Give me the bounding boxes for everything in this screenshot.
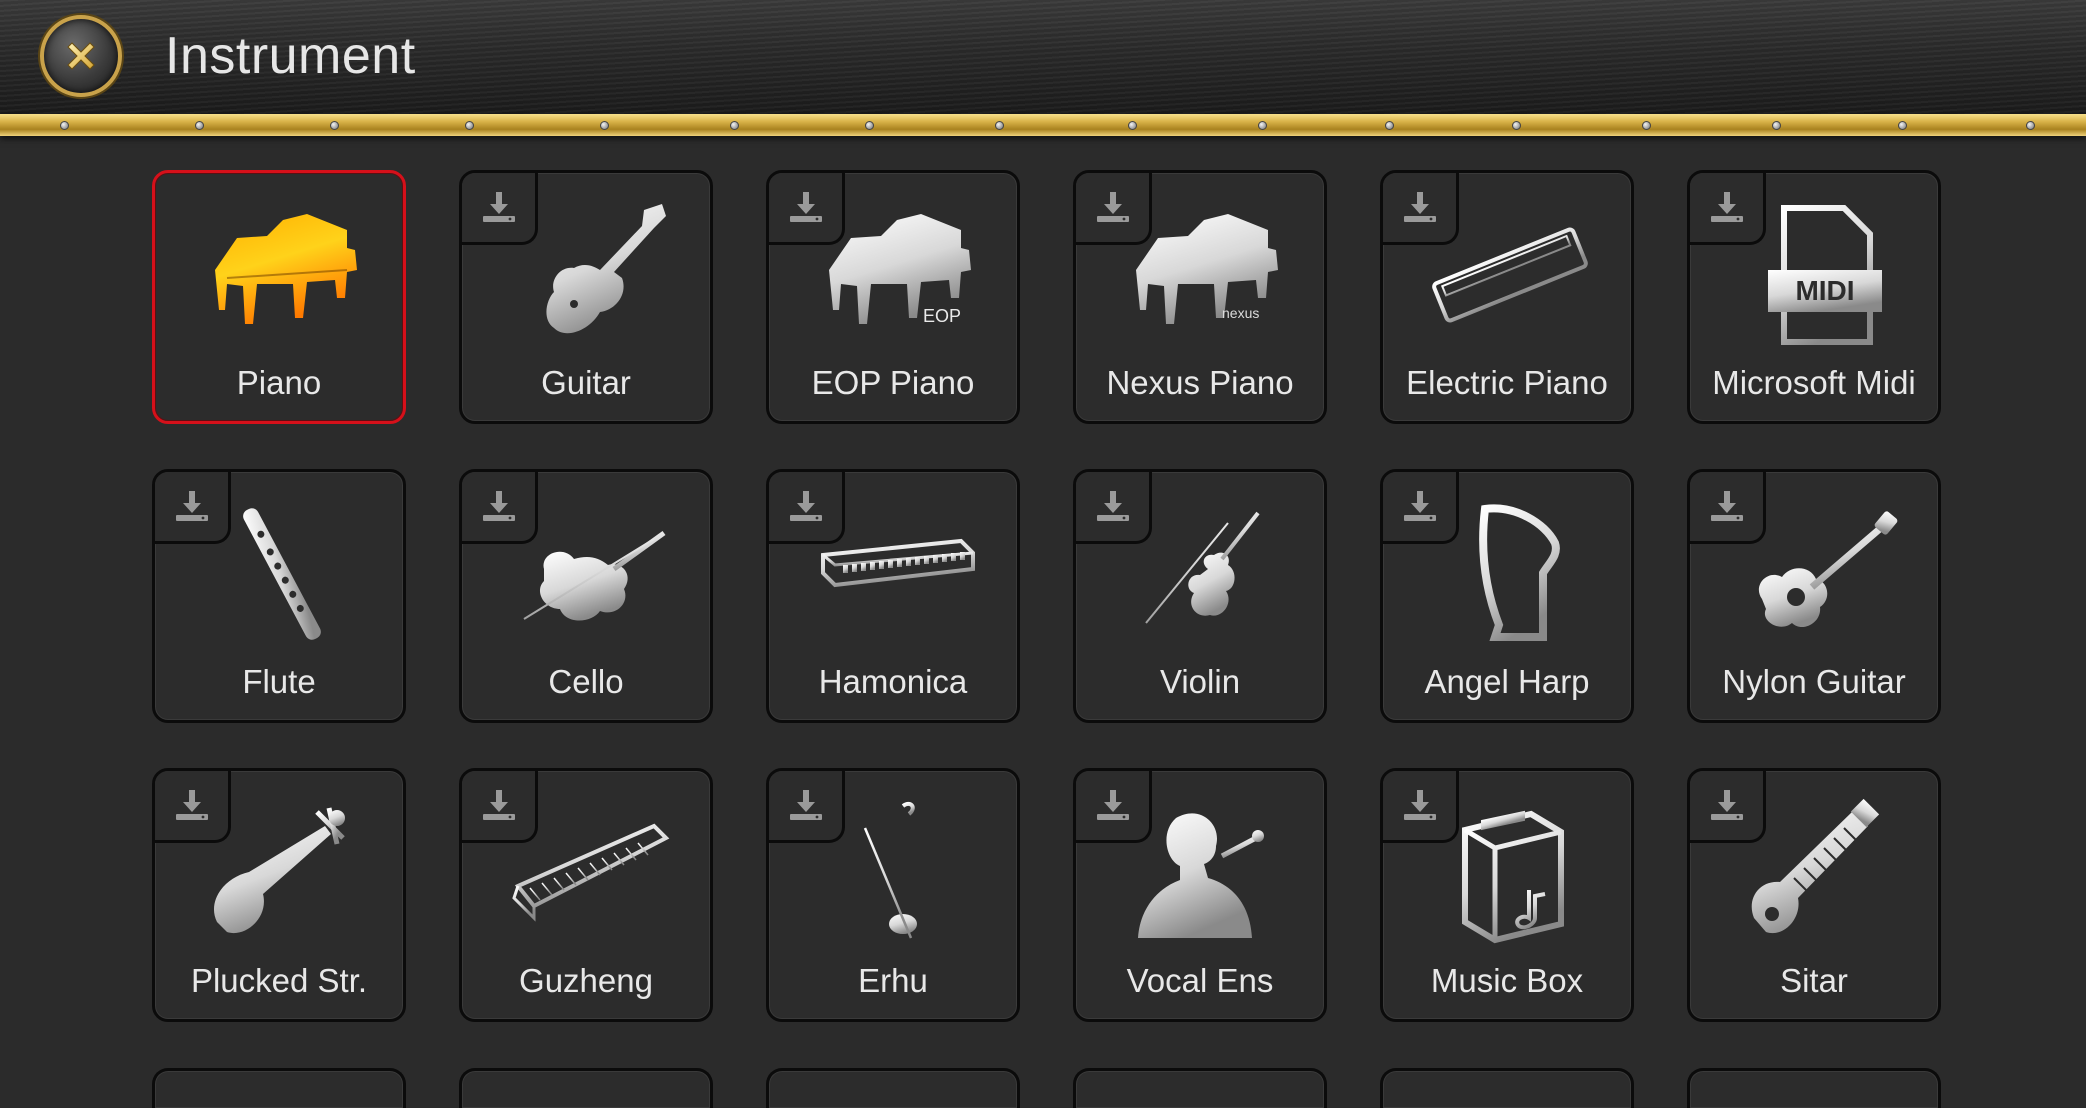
nexus-piano-icon: nexus (1076, 185, 1324, 365)
instrument-label: Electric Piano (1406, 364, 1608, 401)
cello-icon (462, 484, 710, 664)
singer-icon (1076, 783, 1324, 963)
rivet-decoration (1642, 121, 1651, 130)
instrument-grid-next-row (152, 1068, 1941, 1108)
violin-icon (1076, 484, 1324, 664)
instrument-label: Music Box (1430, 962, 1584, 999)
instrument-tile-music-box[interactable]: Music Box (1380, 768, 1634, 1022)
pipa-icon (155, 783, 403, 963)
instrument-tile-guzheng[interactable]: Guzheng (459, 768, 713, 1022)
instrument-label: Flute (242, 663, 316, 700)
rivet-decoration (1512, 121, 1521, 130)
rivet-decoration (60, 121, 69, 130)
instrument-label: Violin (1159, 663, 1241, 700)
rivet-decoration (1898, 121, 1907, 130)
rivet-decoration (1258, 121, 1267, 130)
instrument-tile-cello[interactable]: Cello (459, 469, 713, 723)
rivet-decoration (1772, 121, 1781, 130)
instrument-tile-flute[interactable]: Flute (152, 469, 406, 723)
harp-icon (1383, 484, 1631, 664)
rivet-decoration (1385, 121, 1394, 130)
instrument-tile-erhu[interactable]: Erhu (766, 768, 1020, 1022)
instrument-tile-vocal-ens[interactable]: Vocal Ens (1073, 768, 1327, 1022)
instrument-label: Nylon Guitar (1722, 663, 1906, 700)
harmonica-icon (769, 484, 1017, 664)
rivet-decoration (865, 121, 874, 130)
instrument-tile-guitar[interactable]: Guitar (459, 170, 713, 424)
instrument-tile-nylon-guitar[interactable]: Nylon Guitar (1687, 469, 1941, 723)
instrument-label: Nexus Piano (1106, 364, 1294, 401)
close-x-icon (67, 42, 95, 70)
instrument-tile-sitar[interactable]: Sitar (1687, 768, 1941, 1022)
erhu-icon (769, 783, 1017, 963)
rivet-decoration (330, 121, 339, 130)
flute-icon (155, 484, 403, 664)
instrument-tile-plucked-str[interactable]: Plucked Str. (152, 768, 406, 1022)
electric-guitar-icon (462, 185, 710, 365)
instrument-tile-angel-harp[interactable]: Angel Harp (1380, 469, 1634, 723)
instrument-label: Guzheng (519, 962, 653, 999)
midi-file-icon: MIDI (1690, 185, 1938, 365)
grand-piano-icon (155, 185, 403, 365)
instrument-label: Angel Harp (1424, 663, 1590, 700)
instrument-tile-partial[interactable] (766, 1068, 1020, 1108)
instrument-label: Hamonica (818, 663, 968, 700)
instrument-tile-partial[interactable] (459, 1068, 713, 1108)
instrument-label: Plucked Str. (190, 962, 368, 999)
svg-text:EOP: EOP (923, 306, 961, 326)
acoustic-guitar-icon (1690, 484, 1938, 664)
rivet-decoration (995, 121, 1004, 130)
gold-divider (0, 114, 2086, 136)
close-button[interactable] (40, 15, 122, 97)
instrument-tile-eop-piano[interactable]: EOP EOP Piano (766, 170, 1020, 424)
page-title: Instrument (165, 27, 416, 85)
sitar-icon (1690, 783, 1938, 963)
svg-text:MIDI: MIDI (1795, 275, 1854, 306)
music-box-icon (1383, 783, 1631, 963)
instrument-tile-microsoft-midi[interactable]: MIDI Microsoft Midi (1687, 170, 1941, 424)
eop-piano-icon: EOP (769, 185, 1017, 365)
instrument-label: Microsoft Midi (1712, 364, 1916, 401)
rivet-decoration (465, 121, 474, 130)
instrument-label: EOP Piano (811, 364, 975, 401)
instrument-label: Erhu (858, 962, 928, 999)
instrument-label: Guitar (541, 364, 631, 401)
instrument-tile-hamonica[interactable]: Hamonica (766, 469, 1020, 723)
rivet-decoration (730, 121, 739, 130)
instrument-label: Vocal Ens (1126, 962, 1274, 999)
app-header: Instrument (0, 0, 2086, 114)
rivet-decoration (600, 121, 609, 130)
instrument-tile-violin[interactable]: Violin (1073, 469, 1327, 723)
rivet-decoration (195, 121, 204, 130)
instrument-label: Piano (236, 364, 322, 401)
instrument-tile-partial[interactable] (1380, 1068, 1634, 1108)
instrument-label: Cello (548, 663, 624, 700)
keyboard-synth-icon (1383, 185, 1631, 365)
instrument-tile-nexus-piano[interactable]: nexus Nexus Piano (1073, 170, 1327, 424)
instrument-tile-partial[interactable] (152, 1068, 406, 1108)
rivet-decoration (2026, 121, 2035, 130)
instrument-grid: Piano Guitar EOP EOP Piano nexus Nexus Pia… (152, 170, 1941, 1022)
instrument-tile-partial[interactable] (1687, 1068, 1941, 1108)
rivet-decoration (1128, 121, 1137, 130)
instrument-tile-electric-piano[interactable]: Electric Piano (1380, 170, 1634, 424)
instrument-tile-partial[interactable] (1073, 1068, 1327, 1108)
instrument-tile-piano[interactable]: Piano (152, 170, 406, 424)
guzheng-icon (462, 783, 710, 963)
instrument-label: Sitar (1780, 962, 1848, 999)
svg-text:nexus: nexus (1222, 305, 1259, 321)
